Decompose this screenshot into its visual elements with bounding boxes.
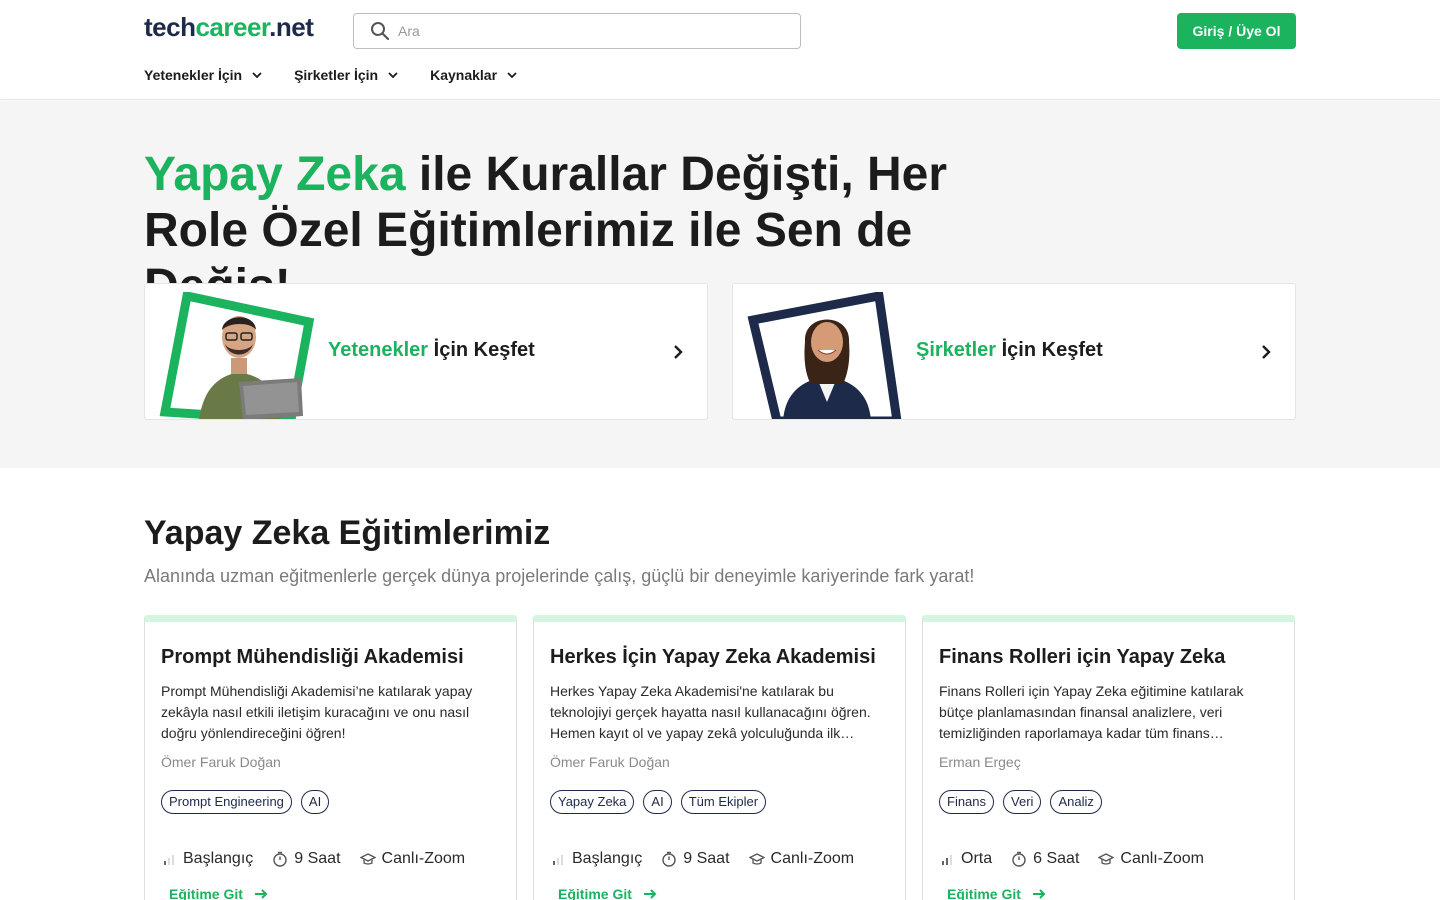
course-tag[interactable]: Prompt Engineering [161,790,292,814]
explore-companies-rest: İçin Keşfet [996,339,1103,361]
course-card[interactable]: Herkes İçin Yapay Zeka Akademisi Herkes … [533,615,906,900]
site-header: techcareer.net Giriş / Üye Ol Yetenekler… [0,0,1440,100]
hero-title-highlight: Yapay Zeka [144,148,406,201]
course-tag[interactable]: Veri [1003,790,1042,814]
logo-suffix: .net [269,12,314,42]
search-icon [371,22,390,41]
explore-companies-highlight: Şirketler [916,339,997,361]
explore-companies-card[interactable]: Şirketler İçin Keşfet [732,283,1296,420]
course-format-label: Canlı-Zoom [1120,850,1204,867]
explore-companies-label: Şirketler İçin Keşfet [916,339,1103,362]
course-tags: Yapay Zeka AI Tüm Ekipler [550,790,767,814]
course-format-label: Canlı-Zoom [770,850,855,867]
nav-resources[interactable]: Kaynaklar [430,64,518,86]
explore-talents-rest: İçin Keşfet [428,339,535,361]
course-tag[interactable]: Yapay Zeka [550,790,635,814]
course-meta: Başlangıç 9 Saat Canlı-Zoom [550,850,873,868]
course-level: Başlangıç [550,850,642,868]
logo-middle: career [195,12,270,42]
graduation-cap-icon [1098,853,1115,865]
logo-prefix: tech [144,12,196,42]
search-input[interactable] [398,23,778,39]
stopwatch-icon [662,851,676,867]
course-level-label: Başlangıç [183,850,254,867]
course-tag[interactable]: Finans [939,790,995,814]
logo[interactable]: techcareer.net [144,12,314,43]
course-duration-label: 6 Saat [1033,850,1080,867]
course-title: Finans Rolleri için Yapay Zeka [939,646,1226,668]
course-title: Herkes İçin Yapay Zeka Akademisi [550,646,876,668]
arrow-right-icon [254,889,268,899]
course-instructor: Ömer Faruk Doğan [161,754,281,770]
chevron-right-icon [1262,345,1271,359]
course-description: Herkes Yapay Zeka Akademisi'ne katılarak… [550,683,871,741]
course-tag[interactable]: Analiz [1050,790,1102,814]
level-bars-icon [942,855,952,865]
section-subtitle: Alanında uzman eğitmenlerle gerçek dünya… [144,566,975,586]
go-to-course-label: Eğitime Git [169,886,243,900]
go-to-course-link[interactable]: Eğitime Git [169,886,269,900]
course-duration: 9 Saat [272,850,341,868]
businesswoman-image [747,292,902,419]
course-level: Başlangıç [161,850,253,868]
course-duration-label: 9 Saat [294,850,341,867]
arrow-right-icon [643,889,657,899]
chevron-down-icon [388,72,398,79]
go-to-course-label: Eğitime Git [947,886,1021,900]
main-nav: Yetenekler İçin Şirketler İçin Kaynaklar [144,64,549,86]
course-card[interactable]: Prompt Mühendisliği Akademisi Prompt Müh… [144,615,517,900]
nav-companies[interactable]: Şirketler İçin [294,64,399,86]
section-title: Yapay Zeka Eğitimlerimiz [144,514,551,552]
course-tag[interactable]: AI [643,790,672,814]
go-to-course-link[interactable]: Eğitime Git [558,886,658,900]
course-level-label: Başlangıç [572,850,643,867]
go-to-course-label: Eğitime Git [558,886,632,900]
nav-companies-label: Şirketler İçin [294,67,379,83]
chevron-right-icon [674,345,683,359]
nav-talents-label: Yetenekler İçin [144,67,243,83]
stopwatch-icon [1012,851,1026,867]
graduation-cap-icon [748,853,765,865]
course-level-label: Orta [961,850,993,867]
course-tags: Prompt Engineering AI [161,790,330,814]
course-duration-label: 9 Saat [683,850,730,867]
course-instructor: Erman Ergeç [939,754,1021,770]
chevron-down-icon [507,72,517,79]
hero-section: Yapay Zeka ile Kurallar Değişti, Her Rol… [0,101,1440,468]
explore-talents-label: Yetenekler İçin Keşfet [328,339,535,362]
course-format: Canlı-Zoom [748,850,855,868]
man-with-laptop-image [159,292,315,419]
course-tags: Finans Veri Analiz [939,790,1102,814]
nav-resources-label: Kaynaklar [430,67,498,83]
chevron-down-icon [252,72,262,79]
course-tag[interactable]: Tüm Ekipler [680,790,767,814]
course-meta: Orta 6 Saat Canlı-Zoom [939,850,1223,868]
course-tag[interactable]: AI [300,790,330,814]
level-bars-icon [553,855,563,865]
level-bars-icon [164,855,174,865]
login-signup-button[interactable]: Giriş / Üye Ol [1177,13,1296,49]
course-description: Prompt Mühendisliği Akademisi’ne katılar… [161,683,473,741]
explore-talents-highlight: Yetenekler [328,339,429,361]
explore-talents-card[interactable]: Yetenekler İçin Keşfet [144,283,708,420]
course-description: Finans Rolleri için Yapay Zeka eğitimine… [939,683,1244,741]
arrow-right-icon [1032,889,1046,899]
course-title: Prompt Mühendisliği Akademisi [161,646,464,668]
course-card[interactable]: Finans Rolleri için Yapay Zeka Finans Ro… [922,615,1295,900]
nav-talents[interactable]: Yetenekler İçin [144,64,263,86]
search-box[interactable] [353,13,801,49]
course-duration: 9 Saat [661,850,730,868]
stopwatch-icon [273,851,287,867]
course-format: Canlı-Zoom [359,850,466,868]
course-level: Orta [939,850,992,868]
graduation-cap-icon [359,853,376,865]
course-instructor: Ömer Faruk Doğan [550,754,670,770]
course-format: Canlı-Zoom [1098,850,1204,868]
course-duration: 6 Saat [1011,850,1079,868]
course-format-label: Canlı-Zoom [381,850,466,867]
course-meta: Başlangıç 9 Saat Canlı-Zoom [161,850,484,868]
go-to-course-link[interactable]: Eğitime Git [947,886,1047,900]
